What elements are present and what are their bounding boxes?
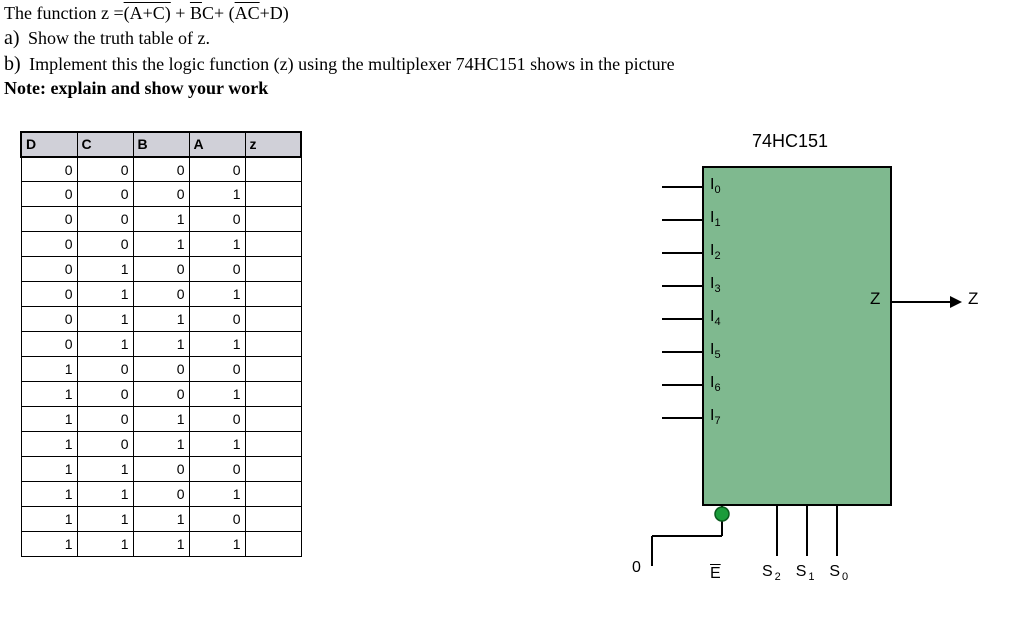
- table-row: 1100: [21, 457, 301, 482]
- table-row: 0001: [21, 182, 301, 207]
- col-C: C: [77, 132, 133, 157]
- col-D: D: [21, 132, 77, 157]
- input-pin-line: [662, 285, 702, 287]
- input-pin-label: I6: [710, 374, 721, 394]
- input-pin-line: [662, 252, 702, 254]
- table-row: 1010: [21, 407, 301, 432]
- output-line: [892, 301, 952, 303]
- table-row: 0011: [21, 232, 301, 257]
- input-pin-line: [662, 318, 702, 320]
- input-pin-label: I1: [710, 209, 721, 229]
- zero-label: 0: [632, 559, 641, 576]
- table-row: 1011: [21, 432, 301, 457]
- arrow-icon: [950, 296, 962, 308]
- table-row: 0101: [21, 282, 301, 307]
- table-row: 0110: [21, 307, 301, 332]
- input-pin-line: [662, 384, 702, 386]
- table-row: 1001: [21, 382, 301, 407]
- table-row: 1000: [21, 357, 301, 382]
- input-pin-label: I4: [710, 308, 721, 328]
- input-pin-label: I0: [710, 176, 721, 196]
- input-pin-label: I3: [710, 275, 721, 295]
- col-z: z: [245, 132, 301, 157]
- input-pin-label: I2: [710, 242, 721, 262]
- table-row: 0000: [21, 157, 301, 182]
- input-pin-line: [662, 417, 702, 419]
- input-pin-label: I5: [710, 341, 721, 361]
- chip-diagram: 74HC151 I0I1I2I3I4I5I6I7 Z Z E S2 S1 S0 …: [602, 131, 982, 611]
- part-a: a) Show the truth table of z.: [4, 25, 1008, 51]
- table-row: 1101: [21, 482, 301, 507]
- bottom-wiring: 0: [632, 506, 892, 606]
- table-row: 0010: [21, 207, 301, 232]
- table-row: 0100: [21, 257, 301, 282]
- z-outside-label: Z: [968, 289, 978, 309]
- col-A: A: [189, 132, 245, 157]
- table-row: 1111: [21, 532, 301, 557]
- note-line: Note: explain and show your work: [4, 77, 1008, 100]
- table-header: D C B A z: [21, 132, 301, 157]
- input-pin-line: [662, 219, 702, 221]
- col-B: B: [133, 132, 189, 157]
- truth-table: D C B A z 000000010010001101000101011001…: [20, 131, 302, 611]
- input-pin-line: [662, 186, 702, 188]
- chip-body: [702, 166, 892, 506]
- chip-title: 74HC151: [752, 131, 828, 152]
- part-b: b) Implement this the logic function (z)…: [4, 51, 1008, 77]
- table-row: 1110: [21, 507, 301, 532]
- input-pin-label: I7: [710, 407, 721, 427]
- z-inside-label: Z: [870, 289, 880, 309]
- input-pin-line: [662, 351, 702, 353]
- table-row: 0111: [21, 332, 301, 357]
- function-line: The function z =(A+C) + BC+ (AC+D): [4, 2, 1008, 25]
